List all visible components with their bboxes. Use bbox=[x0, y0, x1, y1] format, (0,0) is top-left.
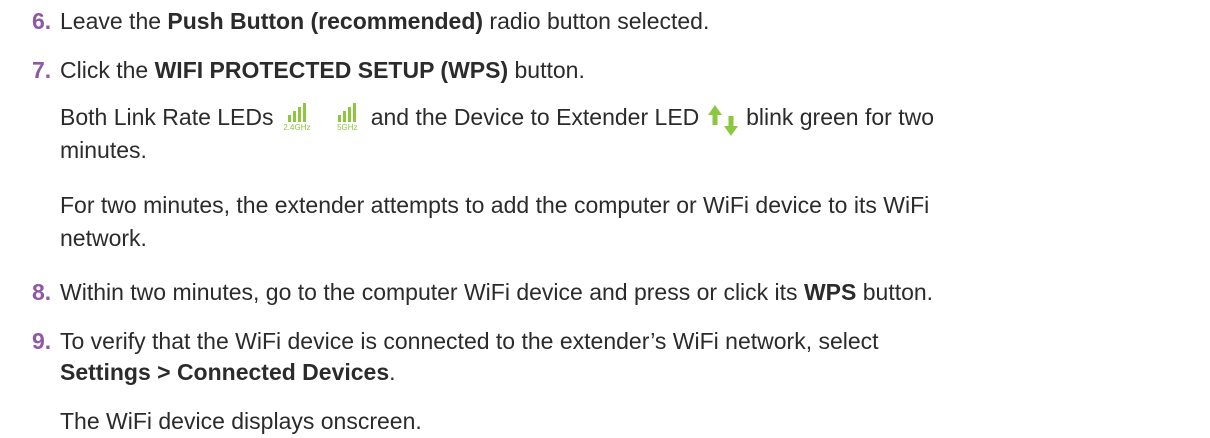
step-text-bold: WIFI PROTECTED SETUP (WPS) bbox=[154, 57, 509, 83]
link-rate-5ghz-led-icon: 5GHz bbox=[330, 103, 364, 137]
step-text-pre: Click the bbox=[60, 57, 155, 83]
step-text-post: button. bbox=[856, 279, 934, 305]
paragraph-line: network. bbox=[60, 225, 147, 251]
led-paragraph-line2: minutes. bbox=[60, 137, 147, 163]
step-text-line2: Settings > Connected Devices. bbox=[60, 358, 396, 386]
step-text-pre: Leave the bbox=[60, 8, 168, 34]
signal-bars-icon bbox=[338, 103, 357, 122]
paragraph-line: For two minutes, the extender attempts t… bbox=[60, 192, 930, 218]
link-rate-2.4ghz-led-icon: 2.4GHz bbox=[280, 103, 314, 137]
final-paragraph: The WiFi device displays onscreen. bbox=[60, 408, 422, 434]
device-to-extender-led-icon bbox=[707, 105, 738, 136]
led-caption: 2.4GHz bbox=[283, 123, 311, 132]
led-paragraph-pre: Both Link Rate LEDs bbox=[60, 104, 274, 130]
step-text-post: . bbox=[389, 359, 396, 385]
step-text: Leave the Push Button (recommended) radi… bbox=[60, 7, 709, 35]
step-text-bold: Push Button (recommended) bbox=[167, 8, 484, 34]
step-text-bold: WPS bbox=[803, 279, 857, 305]
step-text: To verify that the WiFi device is connec… bbox=[60, 328, 879, 354]
led-caption: 5GHz bbox=[337, 123, 358, 132]
led-paragraph-post: blink green for two bbox=[746, 104, 934, 130]
step-text-post: button. bbox=[508, 57, 585, 83]
step-number: 9. bbox=[32, 328, 52, 354]
step-text-post: radio button selected. bbox=[483, 8, 710, 34]
step-number: 7. bbox=[32, 57, 52, 83]
step-number: 6. bbox=[32, 8, 52, 34]
step-text-bold: Settings > Connected Devices bbox=[60, 359, 390, 385]
step-text: Click the WIFI PROTECTED SETUP (WPS) but… bbox=[60, 56, 585, 84]
led-paragraph: Both Link Rate LEDs 2.4GHz 5GHz and the … bbox=[60, 103, 934, 137]
signal-bars-icon bbox=[287, 103, 306, 122]
step-text-pre: Within two minutes, go to the computer W… bbox=[60, 279, 804, 305]
led-paragraph-mid: and the Device to Extender LED bbox=[370, 104, 700, 130]
step-text: Within two minutes, go to the computer W… bbox=[60, 278, 933, 306]
step-number: 8. bbox=[32, 279, 52, 305]
